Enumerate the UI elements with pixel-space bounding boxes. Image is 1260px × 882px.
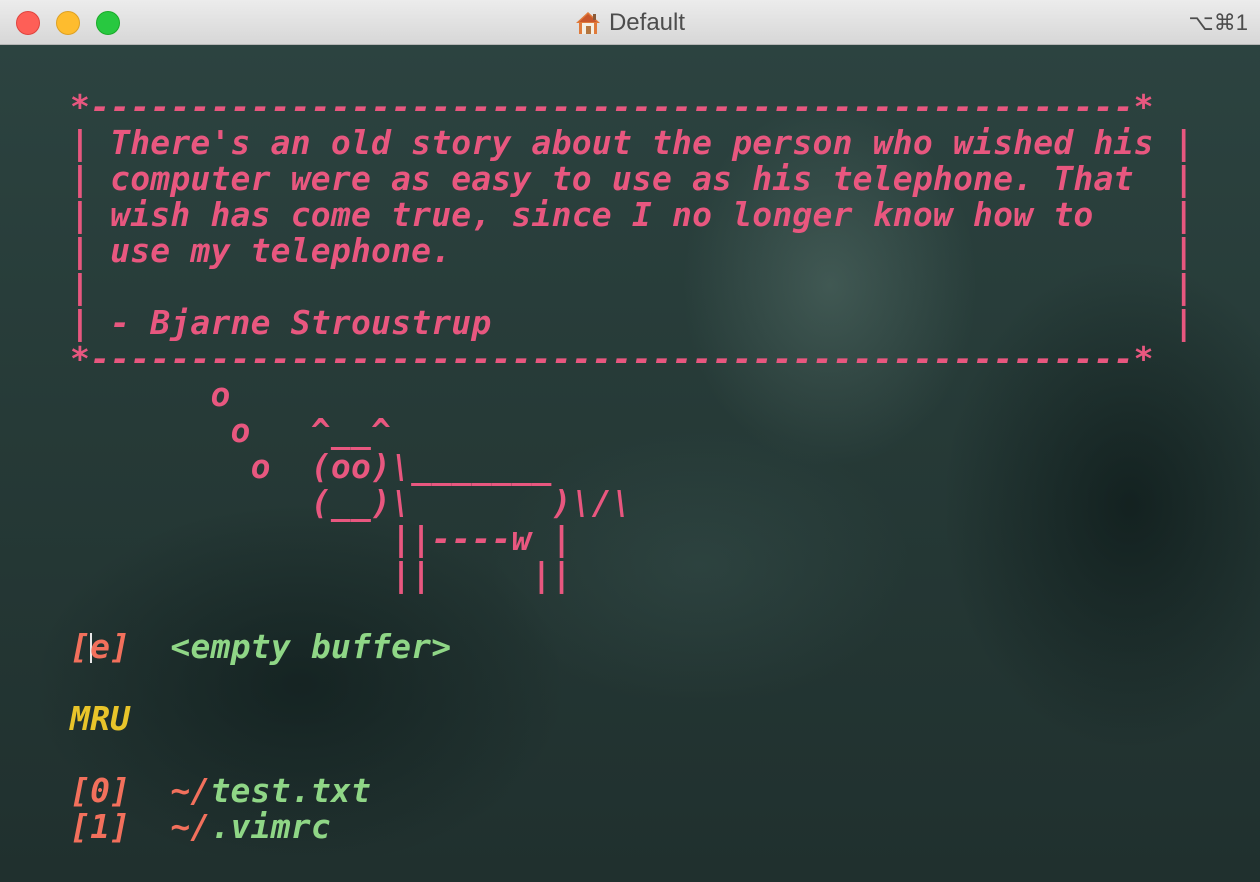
quote-author: | - Bjarne Stroustrup | — [70, 303, 1194, 342]
cow-art-line: o — [70, 375, 231, 414]
mru-entry[interactable]: [1] ~/.vimrc — [70, 809, 331, 845]
entry-key-open: [ — [70, 627, 91, 666]
cow-art-line: ||----w | — [70, 519, 572, 558]
quote-border-bottom: *---------------------------------------… — [70, 339, 1154, 378]
quote-line: | computer were as easy to use as his te… — [70, 159, 1194, 198]
mru-file: test.txt — [210, 771, 372, 810]
cow-art-line: o ^__^ — [70, 411, 392, 450]
quote-line: | wish has come true, since I no longer … — [70, 195, 1194, 234]
cow-art-line: o (oo)\_______ — [70, 447, 552, 486]
mru-index: [0] — [70, 771, 131, 810]
mru-path-prefix: ~/ — [170, 771, 211, 810]
quote-line: | use my telephone. | — [70, 231, 1194, 270]
cow-art-line: || || — [70, 555, 572, 594]
title-bar[interactable]: Default ⌥⌘1 — [0, 0, 1260, 45]
entry-key-close: ] — [110, 627, 131, 666]
terminal-content[interactable]: *---------------------------------------… — [0, 45, 1260, 882]
mru-file: .vimrc — [210, 807, 331, 846]
quote-line: | There's an old story about the person … — [70, 123, 1194, 162]
quote-border-top: *---------------------------------------… — [70, 87, 1154, 126]
quote-line: | | — [70, 267, 1194, 306]
terminal-window: Default ⌥⌘1 *---------------------------… — [0, 0, 1260, 882]
empty-buffer-entry[interactable]: [e] <empty buffer> — [70, 629, 451, 665]
cow-art-line: (__)\ )\/\ — [70, 483, 632, 522]
home-icon — [575, 11, 600, 34]
entry-key: e — [90, 627, 111, 666]
mru-header: MRU — [70, 699, 131, 738]
empty-buffer-label: <empty buffer> — [170, 627, 452, 666]
window-shortcut: ⌥⌘1 — [1188, 10, 1248, 35]
mru-index: [1] — [70, 807, 131, 846]
mru-entry[interactable]: [0] ~/test.txt — [70, 773, 371, 809]
window-title-text: Default — [608, 8, 686, 36]
mru-path-prefix: ~/ — [170, 807, 211, 846]
window-title: Default — [0, 0, 1260, 45]
